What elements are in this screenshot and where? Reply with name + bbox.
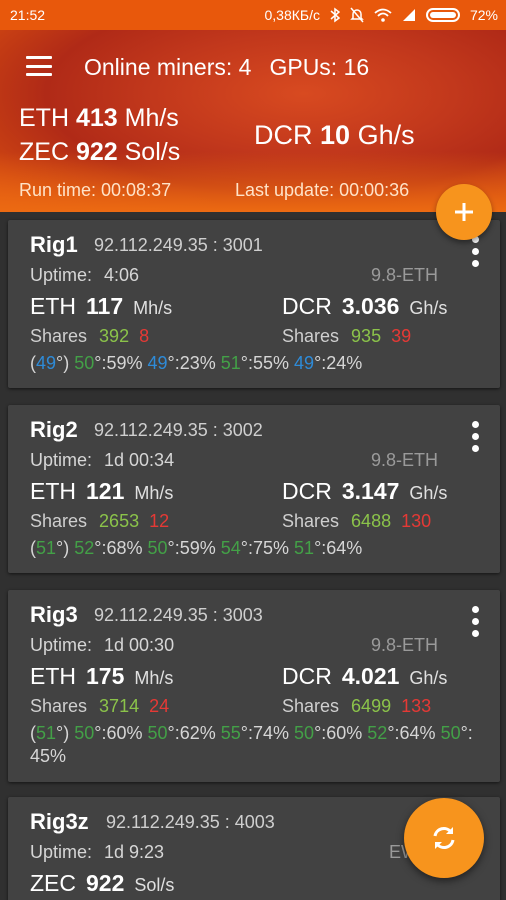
eth-shares: Shares 392 8 bbox=[30, 326, 150, 346]
rig-card-rig3[interactable]: Rig3 92.112.249.35 : 3003 Uptime: 1d 00:3… bbox=[8, 590, 500, 782]
dcr-total-hashrate: DCR 10 Gh/s bbox=[254, 120, 415, 150]
miner-version: 9.8-ETH bbox=[371, 635, 439, 655]
last-update: Last update: 00:00:36 bbox=[235, 180, 410, 200]
miner-version: 9.8-ETH bbox=[371, 265, 439, 285]
rig-address: 92.112.249.35 : 3001 bbox=[94, 235, 263, 255]
bluetooth-icon bbox=[330, 7, 340, 23]
rig-name: Rig3 bbox=[30, 602, 78, 627]
eth-total-value: 413 bbox=[75, 104, 118, 132]
rig-name: Rig3z bbox=[30, 809, 89, 834]
rig-eth-hashrate: ETH 175 Mh/s bbox=[30, 663, 174, 689]
temp-text: °:59% bbox=[167, 538, 221, 558]
rig-uptime: Uptime: 1d 00:30 bbox=[30, 635, 175, 655]
mute-bell-icon bbox=[350, 7, 364, 23]
gpu-temp-value: 51 bbox=[36, 723, 57, 743]
kebab-icon[interactable] bbox=[470, 236, 480, 267]
status-icons: 0,38КБ/с 72% bbox=[264, 7, 498, 23]
online-miners: Online miners: 4 bbox=[84, 54, 252, 80]
eth-shares: Shares 2653 12 bbox=[30, 511, 170, 531]
rig-card-rig2[interactable]: Rig2 92.112.249.35 : 3002 Uptime: 1d 00:3… bbox=[8, 405, 500, 573]
rig-address: 92.112.249.35 : 3003 bbox=[94, 605, 263, 625]
kebab-icon[interactable] bbox=[470, 421, 480, 452]
zec-total-hashrate: ZEC 922 Sol/s bbox=[19, 138, 181, 166]
eth-shares: Shares 3714 24 bbox=[30, 696, 170, 716]
temp-text: °:75% bbox=[240, 538, 295, 558]
run-time: Run time: 00:08:37 bbox=[19, 180, 172, 200]
gpu-temp-value: 55 bbox=[220, 723, 241, 743]
gpu-temp-value: 49 bbox=[147, 353, 168, 373]
dcr-shares: Shares 6488 130 bbox=[282, 511, 432, 531]
status-time: 21:52 bbox=[10, 7, 46, 23]
temp-text: °) bbox=[56, 538, 75, 558]
add-miner-button[interactable] bbox=[436, 184, 492, 240]
battery-icon bbox=[425, 8, 460, 22]
gpu-temp-value: 49 bbox=[36, 353, 57, 373]
rig-name: Rig1 bbox=[30, 232, 78, 257]
rig-uptime: Uptime: 1d 9:23 bbox=[30, 842, 165, 862]
header-title: Online miners: 4 GPUs: 16 bbox=[84, 54, 387, 81]
gpu-temp-value: 50 bbox=[74, 353, 95, 373]
temp-text: °:60% bbox=[314, 723, 368, 743]
rig-address: 92.112.249.35 : 3002 bbox=[94, 420, 263, 440]
temp-text: °:59% bbox=[94, 353, 148, 373]
temp-text: °) bbox=[56, 723, 75, 743]
kebab-icon[interactable] bbox=[470, 606, 480, 637]
rig-dcr-hashrate: DCR 4.021 Gh/s bbox=[282, 663, 448, 689]
gpu-temp-value: 50 bbox=[147, 723, 168, 743]
gpu-temps: (49°) 50°:59% 49°:23% 51°:55% 49°:24% bbox=[30, 352, 500, 375]
temp-text: °:24% bbox=[314, 353, 363, 373]
gpu-temp-value: 52 bbox=[74, 538, 95, 558]
dcr-shares: Shares 6499 133 bbox=[282, 696, 432, 716]
gpu-count: GPUs: 16 bbox=[269, 54, 370, 80]
temp-text: °:55% bbox=[240, 353, 295, 373]
summary-header: Online miners: 4 GPUs: 16 ETH 413 Mh/s ZE… bbox=[0, 30, 506, 212]
rig-uptime: Uptime: 4:06 bbox=[30, 265, 140, 285]
temp-text: °:74% bbox=[240, 723, 295, 743]
temp-text: °:23% bbox=[167, 353, 221, 373]
dcr-shares: Shares 935 39 bbox=[282, 326, 412, 346]
gpu-temp-value: 50 bbox=[440, 723, 461, 743]
zec-total-value: 922 bbox=[75, 138, 118, 166]
rig-eth-hashrate: ETH 117 Mh/s bbox=[30, 293, 173, 319]
temp-text: °) bbox=[56, 353, 75, 373]
rig-dcr-hashrate: DCR 3.147 Gh/s bbox=[282, 478, 448, 504]
gpu-temp-value: 50 bbox=[74, 723, 95, 743]
rig-uptime: Uptime: 1d 00:34 bbox=[30, 450, 175, 470]
network-speed: 0,38КБ/с bbox=[264, 7, 320, 23]
gpu-temps: (51°) 50°:60% 50°:62% 55°:74% 50°:60% 52… bbox=[30, 722, 500, 768]
signal-icon bbox=[402, 9, 415, 21]
rig-card-rig1[interactable]: Rig1 92.112.249.35 : 3001 Uptime: 4:06 9.… bbox=[8, 220, 500, 388]
gpu-temp-value: 52 bbox=[367, 723, 388, 743]
temp-text: °:64% bbox=[387, 723, 441, 743]
wifi-icon bbox=[374, 8, 392, 22]
temp-text: °:68% bbox=[94, 538, 148, 558]
rig-zec-hashrate: ZEC 922 Sol/s bbox=[30, 870, 175, 896]
gpu-temp-value: 54 bbox=[220, 538, 241, 558]
gpu-temp-value: 51 bbox=[294, 538, 315, 558]
rig-eth-hashrate: ETH 121 Mh/s bbox=[30, 478, 174, 504]
gpu-temp-value: 50 bbox=[294, 723, 315, 743]
gpu-temp-value: 49 bbox=[294, 353, 315, 373]
rig-name: Rig2 bbox=[30, 417, 78, 442]
gpu-temp-value: 50 bbox=[147, 538, 168, 558]
temp-text: °:60% bbox=[94, 723, 148, 743]
hamburger-icon[interactable] bbox=[26, 56, 52, 76]
eth-total-hashrate: ETH 413 Mh/s bbox=[19, 104, 179, 132]
refresh-button[interactable] bbox=[404, 798, 484, 878]
plus-icon bbox=[455, 203, 473, 221]
refresh-icon bbox=[433, 827, 455, 849]
gpu-temp-value: 51 bbox=[36, 538, 57, 558]
dcr-total-value: 10 bbox=[320, 120, 351, 150]
temp-text: °:62% bbox=[167, 723, 221, 743]
miner-version: 9.8-ETH bbox=[371, 450, 439, 470]
gpu-temp-value: 51 bbox=[220, 353, 241, 373]
gpu-temps: (51°) 52°:68% 50°:59% 54°:75% 51°:64% bbox=[30, 537, 500, 560]
battery-percent: 72% bbox=[469, 7, 498, 23]
status-bar: 21:52 0,38КБ/с 72% bbox=[0, 0, 506, 30]
rig-address: 92.112.249.35 : 4003 bbox=[106, 812, 275, 832]
rig-dcr-hashrate: DCR 3.036 Gh/s bbox=[282, 293, 448, 319]
temp-text: °:64% bbox=[314, 538, 363, 558]
